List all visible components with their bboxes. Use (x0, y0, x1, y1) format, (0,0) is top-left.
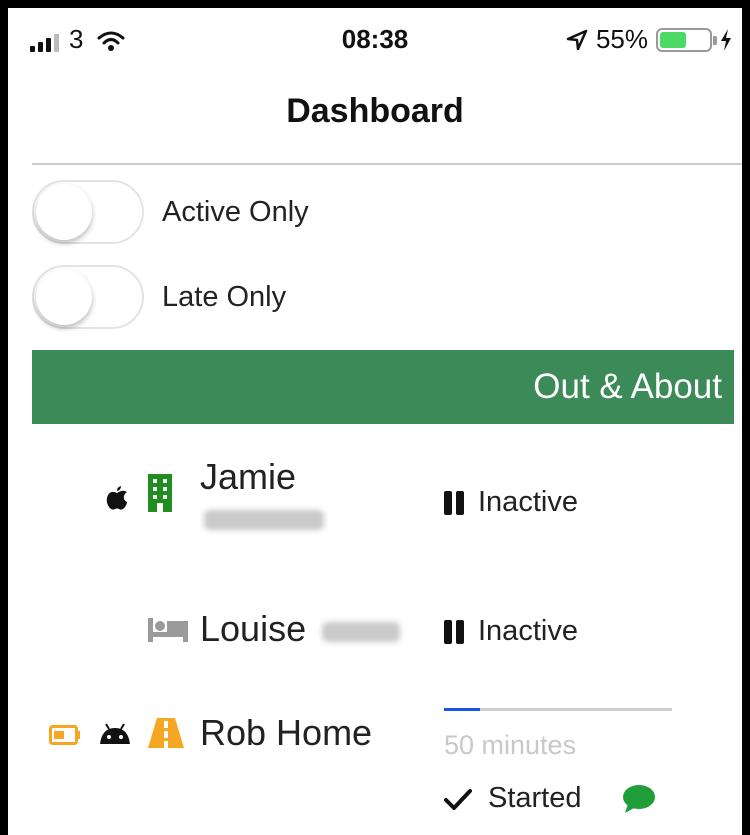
duration-text: 50 minutes (444, 730, 577, 760)
active-only-toggle[interactable] (32, 180, 144, 244)
status-cell: Started (444, 782, 656, 815)
road-icon (148, 718, 184, 748)
person-first-name: Louise (200, 608, 307, 649)
apple-icon (106, 486, 127, 510)
list-item-name[interactable]: Rob Home (200, 712, 372, 754)
battery-percent: 55% (595, 24, 648, 54)
redacted-surname (204, 510, 324, 530)
status-cell: Inactive (444, 615, 578, 648)
active-only-label: Active Only (162, 195, 309, 228)
section-header: Out & About (32, 350, 734, 424)
progress-fill (444, 708, 481, 711)
pause-icon (444, 619, 464, 644)
check-icon (444, 788, 472, 810)
chat-bubble-icon[interactable] (622, 784, 656, 814)
filter-active-only: Active Only (32, 180, 309, 244)
battery-low-icon (49, 725, 80, 745)
battery-icon (656, 27, 717, 52)
late-only-label: Late Only (162, 280, 287, 313)
late-only-toggle[interactable] (32, 265, 144, 329)
list-item-name[interactable]: Jamie (200, 456, 296, 498)
app-screen: 3 08:38 55% Dashboard Active Only Late O… (8, 8, 742, 835)
status-bar: 3 08:38 55% (8, 8, 742, 74)
list-item-name[interactable]: Louise (200, 608, 306, 650)
redacted-surname (322, 622, 400, 642)
charging-bolt-icon (721, 28, 731, 51)
journey-progress-bar (444, 708, 672, 711)
person-first-name: Jamie (200, 456, 297, 497)
android-icon (100, 723, 130, 744)
section-title: Out & About (533, 367, 722, 406)
nav-divider (32, 163, 742, 165)
status-text: Inactive (478, 486, 578, 518)
status-text: Started (488, 782, 582, 814)
status-right: 55% (566, 24, 732, 55)
building-icon (148, 474, 172, 512)
pause-icon (444, 490, 464, 515)
bed-icon (148, 618, 188, 642)
page-title: Dashboard (286, 92, 464, 130)
location-arrow-icon (566, 29, 588, 50)
status-text: Inactive (478, 615, 578, 647)
status-cell: Inactive (444, 486, 578, 519)
person-name: Rob Home (200, 712, 373, 753)
filter-late-only: Late Only (32, 265, 286, 329)
